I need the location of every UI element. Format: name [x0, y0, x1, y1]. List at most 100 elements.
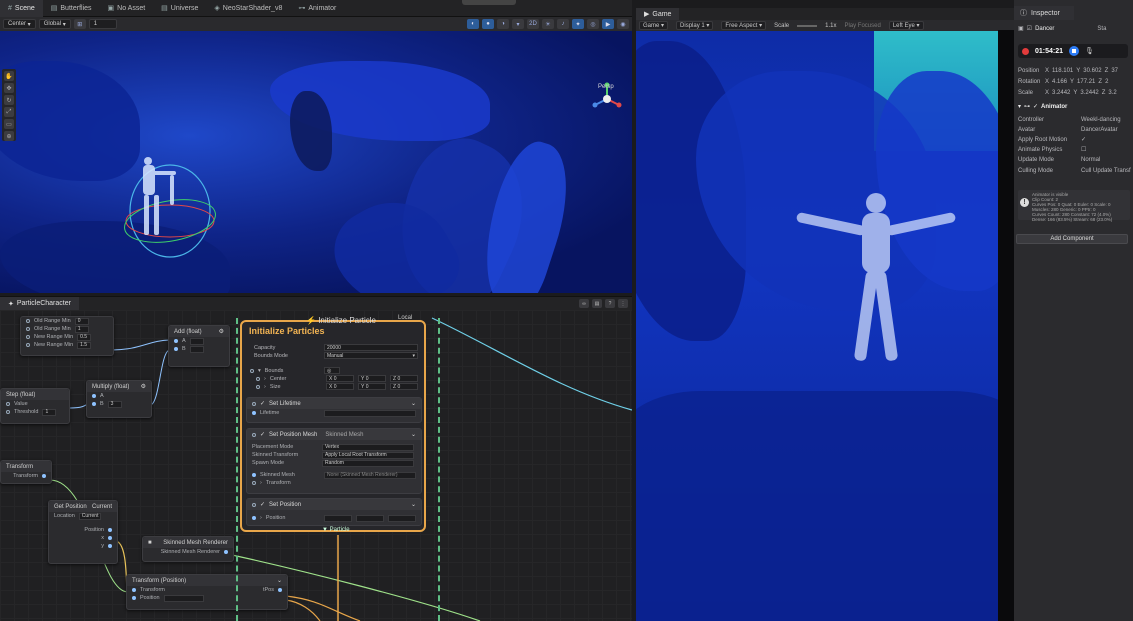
input-port[interactable] — [174, 339, 178, 343]
enable-checkbox[interactable]: ✓ — [260, 501, 265, 508]
effects-toggle-icon[interactable]: ✦ — [572, 19, 584, 29]
multiply-float-node[interactable]: Multiply (float) ⚙ A B3 — [86, 380, 152, 418]
center-y[interactable]: Y 0 — [358, 375, 386, 382]
output-port[interactable] — [108, 544, 112, 548]
rect-tool-icon[interactable]: ▭ — [4, 119, 14, 129]
input-port[interactable] — [26, 327, 30, 331]
space-dropdown[interactable]: Global ▾ — [38, 19, 71, 29]
snap-value-field[interactable]: 1 — [88, 19, 117, 29]
bounds-space-field[interactable]: ◎ — [324, 367, 340, 374]
input-port[interactable] — [252, 473, 256, 477]
scale-slider[interactable] — [797, 24, 818, 27]
capacity-field[interactable]: 20000 — [324, 344, 418, 351]
display-dropdown[interactable]: Display 1 ▾ — [676, 21, 714, 30]
input-port[interactable] — [252, 502, 256, 507]
2d-toggle-icon[interactable]: 2D — [527, 19, 539, 29]
gear-icon[interactable]: ⚙ — [141, 383, 146, 390]
input-port[interactable] — [252, 401, 256, 406]
output-port[interactable] — [224, 550, 228, 554]
expand-icon[interactable]: › — [260, 480, 262, 486]
shading-lit-icon[interactable]: ◑ — [497, 19, 509, 29]
expand-icon[interactable]: ▾ — [258, 368, 261, 374]
lifetime-field[interactable] — [324, 409, 416, 417]
center-x[interactable]: X 0 — [326, 375, 354, 382]
lighting-toggle-icon[interactable]: ☀ — [542, 19, 554, 29]
transform-tool-icon[interactable]: ⊕ — [4, 131, 14, 141]
window-grip[interactable] — [462, 0, 516, 5]
set-position-mesh-block[interactable]: ✓ Set Position Mesh Skinned Mesh ⌄ Placemen… — [246, 428, 422, 494]
input-port[interactable] — [252, 481, 256, 485]
output-port[interactable] — [42, 474, 46, 478]
tab-inspector[interactable]: ⓘ Inspector — [1014, 6, 1074, 20]
collapse-icon[interactable]: ⌄ — [411, 431, 416, 438]
position-z[interactable] — [388, 514, 416, 522]
gear-icon[interactable]: ⚙ — [219, 328, 224, 335]
move-tool-icon[interactable]: ✥ — [4, 83, 14, 93]
hidden-objects-icon[interactable]: ◎ — [587, 19, 599, 29]
input-port[interactable] — [6, 410, 10, 414]
eye-dropdown[interactable]: Left Eye ▾ — [888, 21, 924, 30]
root-motion-checkbox[interactable]: ✓ — [1081, 136, 1086, 143]
stop-record-button[interactable] — [1069, 46, 1080, 56]
collapse-icon[interactable]: ⌄ — [411, 400, 416, 407]
game-viewport[interactable] — [636, 31, 1014, 621]
character-gizmo[interactable] — [110, 141, 250, 271]
input-port[interactable] — [252, 411, 256, 415]
input-port[interactable] — [256, 385, 260, 389]
animator-header[interactable]: ▾ ⊶ ✓ Animator — [1018, 102, 1067, 111]
input-port[interactable] — [26, 335, 30, 339]
play-focused-dropdown[interactable]: Play Focused — [844, 23, 880, 29]
enable-checkbox[interactable]: ✓ — [1033, 103, 1038, 110]
output-port[interactable] — [278, 588, 282, 592]
grid-snap-icon[interactable]: ⊞ — [73, 19, 86, 29]
tab-game[interactable]: ▶ Game — [636, 8, 680, 20]
input-port[interactable] — [256, 377, 260, 381]
game-mode-dropdown[interactable]: Game ▾ — [639, 21, 669, 30]
value-field[interactable] — [189, 337, 204, 345]
tab-neostarshader[interactable]: ◈ NeoStarShader_v8 — [206, 0, 290, 17]
rotate-tool-icon[interactable]: ↻ — [4, 95, 14, 105]
menu-icon[interactable]: ⋮ — [618, 299, 628, 308]
input-port[interactable] — [252, 516, 256, 520]
scale-tool-icon[interactable]: ⤢ — [4, 107, 14, 117]
tab-butterflies[interactable]: ▤ Butterflies — [43, 0, 100, 17]
skinned-mesh-renderer-node[interactable]: ■ Skinned Mesh Renderer Skinned Mesh Rend… — [142, 536, 234, 562]
enable-checkbox[interactable]: ✓ — [260, 400, 265, 407]
expand-icon[interactable]: ▾ — [1018, 103, 1021, 110]
input-port[interactable] — [252, 432, 256, 437]
active-checkbox[interactable]: ☑ — [1027, 25, 1032, 32]
set-lifetime-block[interactable]: ✓ Set Lifetime ⌄ Lifetime — [246, 397, 422, 423]
add-float-node[interactable]: Add (float) ⚙ A B — [168, 325, 230, 367]
microphone-icon[interactable]: 🎙 — [1085, 47, 1094, 55]
camera-settings-icon[interactable]: ▶ — [602, 19, 614, 29]
output-port[interactable] — [108, 536, 112, 540]
audio-toggle-icon[interactable]: ♪ — [557, 19, 569, 29]
input-port[interactable] — [250, 369, 254, 373]
shading-solid-icon[interactable]: ● — [482, 19, 494, 29]
gizmos-toggle-icon[interactable]: ◉ — [617, 19, 629, 29]
remap-node[interactable]: Old Range Min 0 Old Range Min 1 New Range … — [20, 316, 114, 356]
input-port[interactable] — [132, 588, 136, 592]
expand-icon[interactable]: › — [264, 384, 266, 390]
value-field[interactable] — [163, 594, 204, 602]
input-port[interactable] — [26, 343, 30, 347]
set-position-block[interactable]: ✓ Set Position ⌄ › Position — [246, 498, 422, 526]
tab-scene[interactable]: # Scene — [0, 0, 43, 17]
tab-universe[interactable]: ▤ Universe — [153, 0, 206, 17]
enable-checkbox[interactable]: ✓ — [260, 431, 265, 438]
link-icon[interactable]: ∞ — [579, 299, 589, 308]
input-port[interactable] — [6, 402, 10, 406]
size-x[interactable]: X 0 — [326, 383, 354, 390]
scene-viewport[interactable]: ✋ ✥ ↻ ⤢ ▭ ⊕ ◉ ⊡ ⊞ ⊟ ◎ ▣ ⌕ ✥ ⤢ ⊕ ⊗ — [0, 31, 632, 293]
add-component-button[interactable]: Add Component — [1016, 234, 1128, 244]
aspect-dropdown[interactable]: Free Aspect ▾ — [721, 21, 767, 30]
shading-wireframe-icon[interactable]: ◐ — [467, 19, 479, 29]
input-port[interactable] — [92, 394, 96, 398]
get-position-node[interactable]: Get Position Current Location Current Posi… — [48, 500, 118, 564]
position-y[interactable] — [356, 514, 384, 522]
blackboard-icon[interactable]: ▤ — [592, 299, 602, 308]
position-x[interactable] — [324, 514, 352, 522]
center-z[interactable]: Z 0 — [390, 375, 418, 382]
tab-particle-character[interactable]: ✦ ParticleCharacter — [0, 296, 79, 311]
step-float-node[interactable]: Step (float) Value Threshold 1 — [0, 388, 70, 424]
